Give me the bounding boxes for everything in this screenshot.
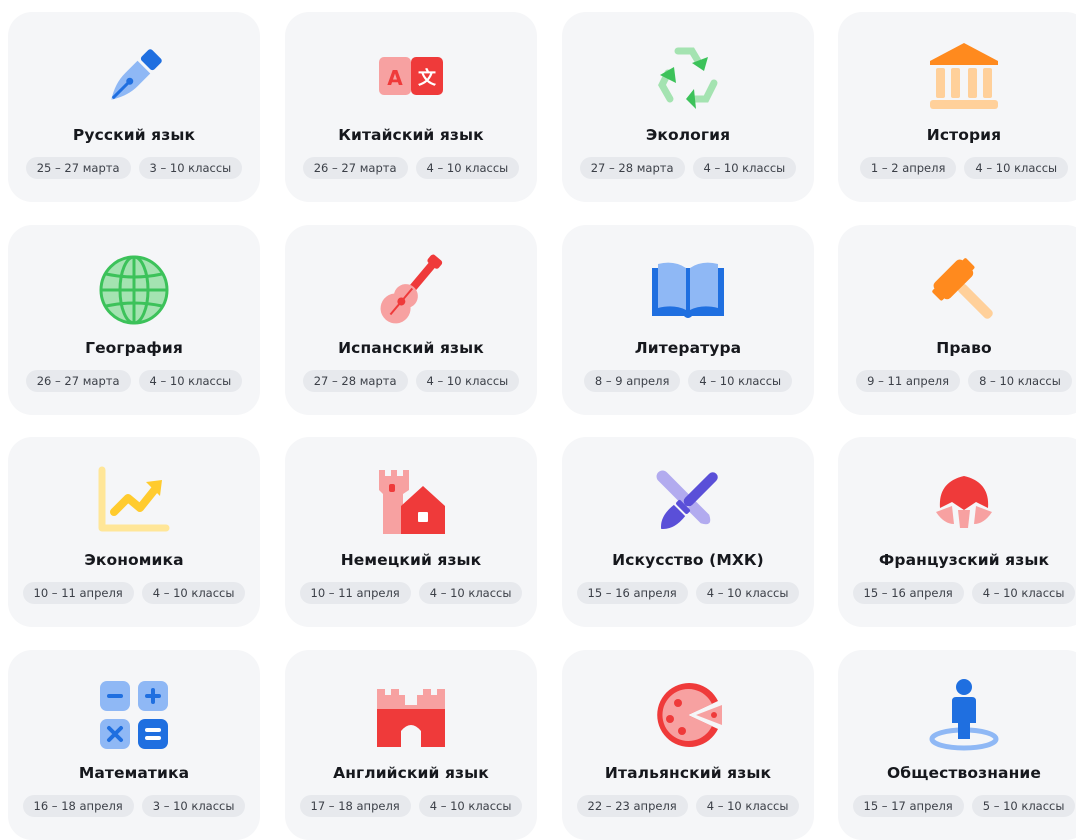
subject-title: Английский язык — [333, 764, 489, 782]
grades-badge: 4 – 10 классы — [695, 795, 800, 817]
grades-badge: 5 – 10 классы — [971, 795, 1076, 817]
subject-title: Право — [936, 339, 992, 357]
svg-text:文: 文 — [418, 67, 437, 89]
subject-title: Обществознание — [887, 764, 1041, 782]
subject-card-geography[interactable]: География 26 – 27 марта 4 – 10 классы — [8, 225, 260, 415]
subject-card-art[interactable]: Искусство (МХК) 15 – 16 апреля 4 – 10 кл… — [562, 437, 814, 627]
dates-badge: 9 – 11 апреля — [856, 370, 961, 392]
museum-icon — [924, 37, 1004, 117]
subject-title: География — [85, 339, 183, 357]
grades-badge: 4 – 10 классы — [692, 157, 797, 179]
subject-card-literature[interactable]: Литература 8 – 9 апреля 4 – 10 классы — [562, 225, 814, 415]
castle-house-icon — [371, 462, 451, 542]
dates-badge: 16 – 18 апреля — [22, 795, 134, 817]
subject-card-italian[interactable]: Итальянский язык 22 – 23 апреля 4 – 10 к… — [562, 650, 814, 840]
dates-badge: 15 – 16 апреля — [852, 582, 964, 604]
subject-title: Искусство (МХК) — [612, 551, 764, 569]
globe-icon — [94, 250, 174, 330]
grades-badge: 4 – 10 классы — [688, 370, 793, 392]
subject-card-math[interactable]: Математика 16 – 18 апреля 3 – 10 классы — [8, 650, 260, 840]
subject-card-french[interactable]: Французский язык 15 – 16 апреля 4 – 10 к… — [838, 437, 1076, 627]
person-pin-icon — [924, 675, 1004, 755]
subject-card-ecology[interactable]: Экология 27 – 28 марта 4 – 10 классы — [562, 12, 814, 202]
subject-card-economics[interactable]: Экономика 10 – 11 апреля 4 – 10 классы — [8, 437, 260, 627]
subject-title: Испанский язык — [338, 339, 484, 357]
gavel-icon — [924, 250, 1004, 330]
fountain-pen-icon — [94, 37, 174, 117]
subject-title: История — [926, 126, 1002, 144]
subject-title: Китайский язык — [338, 126, 484, 144]
dates-badge: 27 – 28 марта — [579, 157, 685, 179]
grades-badge: 4 – 10 классы — [418, 582, 523, 604]
subject-title: Литература — [634, 339, 742, 357]
grades-badge: 4 – 10 классы — [971, 582, 1076, 604]
subject-title: Французский язык — [878, 551, 1050, 569]
pizza-icon — [648, 675, 728, 755]
subject-card-law[interactable]: Право 9 – 11 апреля 8 – 10 классы — [838, 225, 1076, 415]
dates-badge: 15 – 16 апреля — [576, 582, 688, 604]
dates-badge: 10 – 11 апреля — [299, 582, 411, 604]
dates-badge: 10 – 11 апреля — [22, 582, 134, 604]
subject-title: Немецкий язык — [340, 551, 482, 569]
guitar-icon — [371, 250, 451, 330]
croissant-icon — [924, 462, 1004, 542]
subject-card-german[interactable]: Немецкий язык 10 – 11 апреля 4 – 10 клас… — [285, 437, 537, 627]
open-book-icon — [648, 250, 728, 330]
dates-badge: 26 – 27 марта — [302, 157, 408, 179]
grades-badge: 4 – 10 классы — [138, 370, 243, 392]
subject-title: Итальянский язык — [604, 764, 772, 782]
grades-badge: 4 – 10 классы — [418, 795, 523, 817]
subject-card-spanish[interactable]: Испанский язык 27 – 28 марта 4 – 10 клас… — [285, 225, 537, 415]
subject-card-english[interactable]: Английский язык 17 – 18 апреля 4 – 10 кл… — [285, 650, 537, 840]
dates-badge: 26 – 27 марта — [25, 370, 131, 392]
calculator-icon — [94, 675, 174, 755]
grades-badge: 3 – 10 классы — [141, 795, 246, 817]
dates-badge: 17 – 18 апреля — [299, 795, 411, 817]
trend-chart-icon — [94, 462, 174, 542]
subject-card-russian[interactable]: Русский язык 25 – 27 марта 3 – 10 классы — [8, 12, 260, 202]
dates-badge: 8 – 9 апреля — [583, 370, 681, 392]
subject-title: Математика — [78, 764, 190, 782]
castle-icon — [371, 675, 451, 755]
subject-title: Экология — [645, 126, 731, 144]
grades-badge: 4 – 10 классы — [964, 157, 1069, 179]
recycle-icon — [648, 37, 728, 117]
svg-text:A: A — [387, 66, 403, 90]
dates-badge: 27 – 28 марта — [302, 370, 408, 392]
translate-icon: A 文 — [371, 37, 451, 117]
dates-badge: 25 – 27 марта — [25, 157, 131, 179]
subject-title: Экономика — [84, 551, 184, 569]
paintbrush-icon — [648, 462, 728, 542]
dates-badge: 1 – 2 апреля — [859, 157, 957, 179]
grades-badge: 4 – 10 классы — [695, 582, 800, 604]
grades-badge: 4 – 10 классы — [415, 157, 520, 179]
grades-badge: 3 – 10 классы — [138, 157, 243, 179]
dates-badge: 22 – 23 апреля — [576, 795, 688, 817]
subject-card-social-studies[interactable]: Обществознание 15 – 17 апреля 5 – 10 кла… — [838, 650, 1076, 840]
subject-title: Русский язык — [72, 126, 196, 144]
grades-badge: 4 – 10 классы — [141, 582, 246, 604]
dates-badge: 15 – 17 апреля — [852, 795, 964, 817]
subject-card-chinese[interactable]: A 文 Китайский язык 26 – 27 марта 4 – 10 … — [285, 12, 537, 202]
grades-badge: 4 – 10 классы — [415, 370, 520, 392]
grades-badge: 8 – 10 классы — [968, 370, 1072, 392]
subject-card-history[interactable]: История 1 – 2 апреля 4 – 10 классы — [838, 12, 1076, 202]
